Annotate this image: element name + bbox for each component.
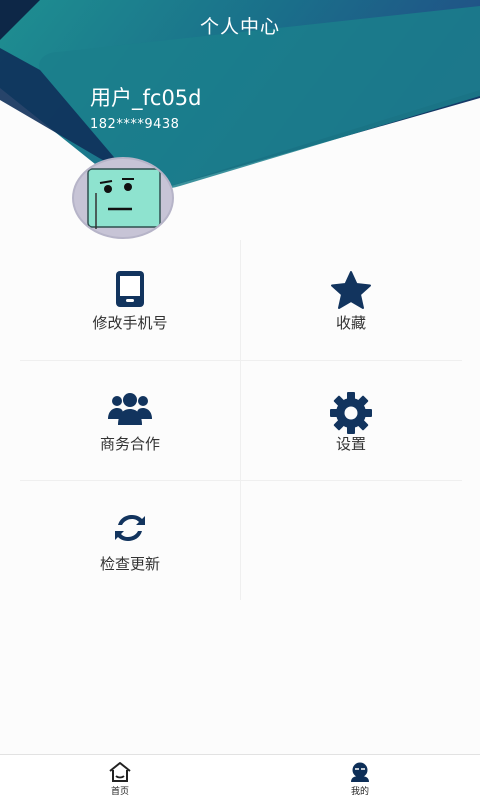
avatar[interactable] <box>72 157 174 239</box>
menu-item-check-update[interactable]: 检查更新 <box>20 481 240 601</box>
users-icon <box>107 391 153 431</box>
phone-icon <box>112 270 148 312</box>
menu-item-label: 检查更新 <box>99 555 160 573</box>
tab-mine-label: 我的 <box>350 787 369 797</box>
page-title: 个人中心 <box>199 16 280 38</box>
menu-item-settings[interactable]: 设置 <box>241 361 461 481</box>
menu-item-label: 收藏 <box>335 314 366 332</box>
menu-grid: 修改手机号 收藏 商务合作 设置 检查更新 <box>20 240 462 600</box>
username-label: 用户_fc05d <box>90 86 202 110</box>
refresh-icon <box>112 511 148 549</box>
menu-item-favorites[interactable]: 收藏 <box>241 240 461 360</box>
phone-number-label: 182****9438 <box>90 117 180 132</box>
tab-home[interactable]: 首页 <box>0 755 240 801</box>
gear-icon <box>329 391 373 439</box>
bottom-tab-bar: 首页 我的 <box>0 754 480 801</box>
tab-mine[interactable]: 我的 <box>240 755 480 801</box>
menu-item-label: 设置 <box>335 435 366 453</box>
menu-item-label: 修改手机号 <box>92 314 168 332</box>
menu-item-business-cooperation[interactable]: 商务合作 <box>20 361 240 481</box>
tab-home-label: 首页 <box>110 787 129 797</box>
profile-header: 个人中心 用户_fc05d 182****9438 <box>0 0 480 250</box>
menu-item-label: 商务合作 <box>99 435 160 453</box>
star-icon <box>329 270 373 314</box>
menu-item-change-phone[interactable]: 修改手机号 <box>20 240 240 360</box>
avatar-face-icon <box>87 168 161 229</box>
